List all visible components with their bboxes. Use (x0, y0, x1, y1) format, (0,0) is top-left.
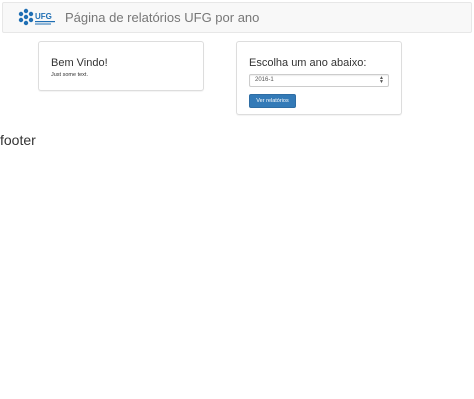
welcome-heading: Bem Vindo! (51, 57, 108, 69)
year-select-value: 2016-1 (255, 77, 274, 83)
footer: footer (0, 132, 36, 148)
year-panel: Escolha um ano abaixo: 2016-1 ▲ ▼ Ver rel… (236, 41, 402, 115)
year-select[interactable]: 2016-1 ▲ ▼ (249, 74, 389, 87)
navbar: UFG Página de relatórios UFG por ano (2, 2, 472, 33)
page-title: Página de relatórios UFG por ano (65, 10, 260, 25)
ufg-logo[interactable]: UFG (17, 7, 59, 29)
year-heading: Escolha um ano abaixo: (249, 57, 367, 69)
welcome-panel: Bem Vindo! Just some text. (38, 41, 204, 91)
welcome-text: Just some text. (51, 72, 88, 78)
logo-text: UFG (35, 12, 52, 21)
select-arrows-icon: ▲ ▼ (379, 75, 384, 85)
view-reports-button[interactable]: Ver relatórios (249, 94, 296, 108)
